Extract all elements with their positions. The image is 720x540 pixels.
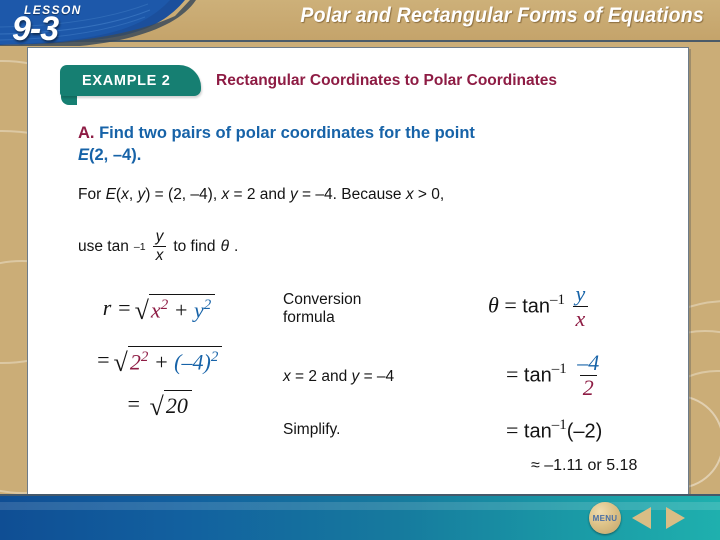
radicand-b-exponent: 2 xyxy=(210,348,219,365)
question-letter: A. xyxy=(78,124,95,142)
radicand-value-a: 2 xyxy=(129,349,141,375)
example-tab: EXAMPLE 2 xyxy=(60,65,201,96)
annotation-simplify: Simplify. xyxy=(283,421,341,438)
prose-var-E: E xyxy=(105,186,116,203)
math-theta: θ xyxy=(488,292,499,318)
question-line-2: E(2, –4). xyxy=(78,146,141,165)
question-line-1-text: Find two pairs of polar coordinates for … xyxy=(94,124,475,142)
prose-var-x: x xyxy=(121,186,129,203)
math-equals: = xyxy=(506,417,519,443)
prose-seg: For xyxy=(78,186,106,203)
math-exponent: –1 xyxy=(550,292,565,309)
prose-seg: use tan xyxy=(78,238,129,255)
radicand: 20 xyxy=(163,389,192,418)
fraction-denominator: x xyxy=(152,245,167,264)
radicand-x: x xyxy=(150,297,161,323)
radicand: x2 + y2 xyxy=(148,293,216,323)
menu-button-label: MENU xyxy=(592,513,618,523)
math-equals: = xyxy=(95,347,111,372)
math-argument: (–2) xyxy=(566,420,603,443)
radical-expression: √ 22 + (–4)2 xyxy=(113,345,223,378)
next-slide-button[interactable] xyxy=(666,507,685,529)
prose-seg: = –4. Because xyxy=(297,186,406,203)
annotation-seg: = 2 and xyxy=(290,368,352,385)
bottom-nav-bar: MENU xyxy=(0,494,720,540)
example-title: Rectangular Coordinates to Polar Coordin… xyxy=(216,72,558,89)
previous-slide-button[interactable] xyxy=(632,507,651,529)
right-math-row-simplified: = tan–1(–2) xyxy=(506,417,602,443)
math-row-simplified: = √ 20 xyxy=(34,387,284,421)
math-equals: = xyxy=(116,295,132,320)
content-card: EXAMPLE 2 Rectangular Coordinates to Pol… xyxy=(27,47,689,495)
prose-seg: to find xyxy=(173,238,216,255)
math-row-r-formula: r = √ x2 + y2 xyxy=(34,283,284,333)
question-line-1: A. Find two pairs of polar coordinates f… xyxy=(78,124,475,143)
radicand-value-b: (–4) xyxy=(174,349,211,375)
right-math-approx-value: ≈ –1.11 or 5.18 xyxy=(531,457,638,474)
fraction-denominator: x xyxy=(572,306,589,330)
prose-var-x: x xyxy=(405,186,414,203)
radical-sign-icon: √ xyxy=(149,392,164,422)
menu-button[interactable]: MENU xyxy=(589,502,621,534)
right-math-row-theta-formula: θ = tan–1 y x xyxy=(488,281,590,331)
math-plus: + xyxy=(173,297,189,323)
example-tab-label: EXAMPLE 2 xyxy=(82,72,171,89)
fraction-denominator: 2 xyxy=(579,375,597,399)
fraction-numerator: y xyxy=(155,228,164,245)
prose-seg: . xyxy=(233,238,239,255)
prose-seg: > 0, xyxy=(413,186,445,203)
math-equals: = xyxy=(504,292,517,318)
prose-var-y: y xyxy=(289,186,298,203)
lesson-number: 9-3 xyxy=(12,10,59,46)
prose-seg: = 2 and xyxy=(229,186,290,203)
math-function-tan: tan xyxy=(522,295,551,318)
radicand-y-exponent: 2 xyxy=(203,296,212,313)
radical-expression: √ x2 + y2 xyxy=(134,293,216,326)
left-math-column: r = √ x2 + y2 = √ 22 + (–4)2 = √ 20 xyxy=(34,283,284,421)
radicand-a-exponent: 2 xyxy=(140,348,149,365)
radicand: 22 + (–4)2 xyxy=(127,345,223,375)
prose-seg: ) = (2, –4), xyxy=(145,186,222,203)
annotation-line: Conversion xyxy=(283,291,362,308)
question-point-var: E xyxy=(78,146,90,164)
radicand-x-exponent: 2 xyxy=(160,296,169,313)
prose-line-1: For E(x, y) = (2, –4), x = 2 and y = –4.… xyxy=(78,186,444,204)
fraction-y-over-x: y x xyxy=(572,281,589,330)
math-row-substitution: = √ 22 + (–4)2 xyxy=(34,333,284,387)
math-exponent: –1 xyxy=(551,417,567,433)
prose-exponent: –1 xyxy=(133,241,146,253)
fraction-neg4-over-2: –4 2 xyxy=(574,352,602,399)
annotation-line: formula xyxy=(283,309,335,327)
annotation-seg: = –4 xyxy=(359,368,395,385)
fraction-numerator: y xyxy=(575,281,586,306)
right-math-row-substitution: = tan–1 –4 2 xyxy=(506,352,604,400)
annotation-conversion-formula: Conversion formula xyxy=(283,291,361,328)
inline-fraction-y-over-x: y x xyxy=(152,228,167,264)
annotation-substitution: x = 2 and y = –4 xyxy=(283,368,394,386)
prose-line-2: use tan –1 y x to find θ. xyxy=(78,228,239,264)
math-equals: = xyxy=(126,391,142,416)
math-plus: + xyxy=(153,349,169,375)
radical-sign-icon: √ xyxy=(113,348,128,378)
math-equals: = xyxy=(506,361,519,387)
radicand-y: y xyxy=(194,297,204,323)
radical-expression: √ 20 xyxy=(149,389,192,422)
question-point-coords: (2, –4). xyxy=(89,146,142,164)
annotation-var-x: x xyxy=(283,368,291,385)
math-function-tan: tan xyxy=(523,420,552,443)
prose-var-theta: θ xyxy=(220,238,229,255)
radical-sign-icon: √ xyxy=(134,296,149,326)
lesson-flag: LESSON 9-3 xyxy=(0,0,255,46)
slide-root: Polar and Rectangular Forms of Equations… xyxy=(0,0,720,540)
math-function-tan: tan xyxy=(523,364,552,387)
math-lhs-r: r xyxy=(102,295,112,320)
fraction-numerator: –4 xyxy=(577,350,600,375)
header-title: Polar and Rectangular Forms of Equations xyxy=(300,4,704,27)
math-exponent: –1 xyxy=(551,361,567,378)
